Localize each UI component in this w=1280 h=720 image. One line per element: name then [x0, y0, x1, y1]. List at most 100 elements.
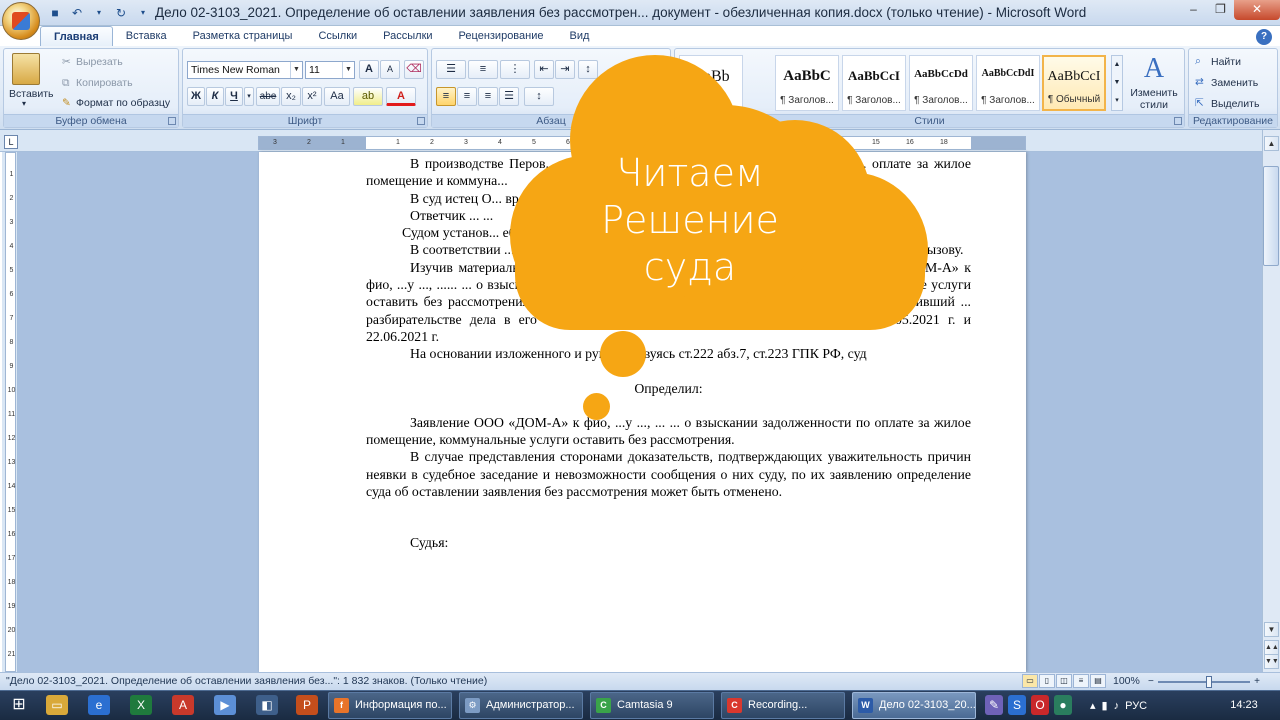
tab-mailings[interactable]: Рассылки	[370, 26, 445, 46]
scroll-down-icon[interactable]: ▼	[1264, 622, 1279, 637]
scroll-thumb[interactable]	[1263, 166, 1279, 266]
tab-insert[interactable]: Вставка	[113, 26, 180, 46]
zoom-in-icon[interactable]: +	[1254, 676, 1260, 687]
paste-dropdown-icon[interactable]: ▾	[22, 99, 26, 108]
copy-icon[interactable]: ⧉	[62, 77, 70, 90]
draft-icon[interactable]: ▤	[1090, 674, 1106, 688]
italic-button[interactable]: К	[206, 87, 224, 106]
subscript-button[interactable]: x₂	[281, 87, 301, 106]
chrome-tray-icon[interactable]: ●	[1054, 695, 1072, 715]
battery-icon[interactable]: ▮	[1102, 699, 1108, 712]
bold-button[interactable]: Ж	[187, 87, 205, 106]
opera-tray-icon[interactable]: O	[1031, 695, 1049, 715]
superscript-button[interactable]: x²	[302, 87, 322, 106]
select-icon[interactable]: ⇱	[1195, 97, 1204, 109]
powerpoint-icon[interactable]: P	[296, 695, 318, 715]
align-left-icon[interactable]: ≡	[436, 87, 456, 106]
zoom-slider[interactable]: − +	[1148, 676, 1260, 688]
font-size-dropdown-icon[interactable]: ▼	[342, 62, 354, 78]
clock[interactable]: 14:23	[1220, 692, 1268, 719]
bullets-icon[interactable]: ☰	[436, 60, 466, 79]
replace-icon[interactable]: ⇄	[1195, 76, 1204, 88]
taskbar-app-camtasia[interactable]: C Camtasia 9	[590, 692, 714, 719]
clipboard-launcher-icon[interactable]	[168, 117, 176, 125]
next-page-icon[interactable]: ▼▼	[1264, 654, 1279, 669]
undo-icon[interactable]: ↶	[68, 5, 86, 21]
network-icon[interactable]: ◧	[256, 695, 278, 715]
volume-icon[interactable]: ♪	[1114, 700, 1120, 712]
media-icon[interactable]: ▶	[214, 695, 236, 715]
select-button[interactable]: Выделить	[1211, 98, 1259, 110]
tab-references[interactable]: Ссылки	[305, 26, 370, 46]
start-icon[interactable]: ⊞	[6, 694, 32, 718]
tab-selector-icon[interactable]: L	[4, 135, 18, 149]
minimize-button[interactable]: –	[1180, 0, 1207, 20]
web-layout-icon[interactable]: ◫	[1056, 674, 1072, 688]
taskbar-app-firefox[interactable]: f Информация по...	[328, 692, 452, 719]
cut-icon[interactable]: ✂	[62, 56, 71, 68]
replace-button[interactable]: Заменить	[1211, 77, 1258, 89]
styles-launcher-icon[interactable]	[1174, 117, 1182, 125]
grow-font-button[interactable]: A	[359, 60, 379, 79]
paste-button[interactable]: Вставить	[9, 88, 54, 100]
customize-qat-icon[interactable]: ▾	[134, 5, 152, 21]
change-styles-icon[interactable]: A	[1139, 53, 1169, 84]
taskbar-app-admin[interactable]: ⚙ Администратор...	[459, 692, 583, 719]
numbering-icon[interactable]: ≡	[468, 60, 498, 79]
highlight-icon[interactable]: ab	[353, 87, 383, 106]
undo-dropdown-icon[interactable]: ▾	[90, 5, 108, 21]
styles-scroll-icon[interactable]: ▲ ▼ ▾	[1111, 55, 1123, 111]
change-styles-button[interactable]: Изменить стили	[1127, 87, 1181, 111]
font-launcher-icon[interactable]	[417, 117, 425, 125]
underline-dropdown-icon[interactable]: ▾	[244, 87, 254, 106]
font-name-dropdown-icon[interactable]: ▼	[290, 62, 302, 78]
tab-review[interactable]: Рецензирование	[446, 26, 557, 46]
font-color-icon[interactable]: A	[386, 87, 416, 106]
explorer-icon[interactable]: ▭	[46, 695, 68, 715]
scroll-up-icon[interactable]: ▲	[1264, 136, 1279, 151]
zoom-level[interactable]: 100%	[1113, 675, 1140, 687]
pen-tray-icon[interactable]: ✎	[985, 695, 1003, 715]
print-layout-icon[interactable]: ▭	[1022, 674, 1038, 688]
format-painter-icon[interactable]: ✎	[62, 97, 71, 109]
copy-button[interactable]: Копировать	[76, 77, 133, 89]
tab-view[interactable]: Вид	[557, 26, 603, 46]
zoom-knob[interactable]	[1206, 676, 1212, 688]
style-heading-4[interactable]: AaBbCcDdI ¶ Заголов...	[976, 55, 1040, 111]
zoom-out-icon[interactable]: −	[1148, 676, 1154, 687]
outline-icon[interactable]: ≡	[1073, 674, 1089, 688]
skype-tray-icon[interactable]: S	[1008, 695, 1026, 715]
excel-icon[interactable]: X	[130, 695, 152, 715]
shrink-font-button[interactable]: A	[380, 60, 400, 79]
restore-button[interactable]: ❐	[1207, 0, 1234, 20]
find-button[interactable]: Найти	[1211, 56, 1241, 68]
taskbar-app-word[interactable]: W Дело 02-3103_20...	[852, 692, 976, 719]
format-painter-button[interactable]: Формат по образцу	[76, 97, 170, 109]
tab-page-layout[interactable]: Разметка страницы	[180, 26, 306, 46]
cut-button[interactable]: Вырезать	[76, 56, 123, 68]
change-case-button[interactable]: Aa	[324, 87, 350, 106]
prev-page-icon[interactable]: ▲▲	[1264, 640, 1279, 655]
strikethrough-button[interactable]: abe	[256, 87, 280, 106]
redo-icon[interactable]: ↻	[112, 5, 130, 21]
vertical-ruler[interactable]: 1 2 3 4 5 6 7 8 9 10 11 12 13 14 15 16 17 18 19 20 21	[2, 152, 18, 672]
paste-icon[interactable]	[12, 53, 40, 85]
office-button[interactable]	[2, 2, 40, 40]
tab-home[interactable]: Главная	[40, 26, 113, 46]
align-center-icon[interactable]: ≡	[457, 87, 477, 106]
underline-button[interactable]: Ч	[225, 87, 243, 106]
taskbar-app-recording[interactable]: C Recording...	[721, 692, 845, 719]
full-screen-reading-icon[interactable]: ▯	[1039, 674, 1055, 688]
ie-icon[interactable]: e	[88, 695, 110, 715]
find-icon[interactable]: ⌕	[1195, 55, 1201, 68]
show-hidden-icon[interactable]: ▴	[1090, 699, 1096, 712]
style-normal[interactable]: AaBbCcI ¶ Обычный	[1042, 55, 1106, 111]
close-button[interactable]: ✕	[1234, 0, 1280, 20]
font-name-combo[interactable]: Times New Roman ▼	[187, 61, 303, 79]
acrobat-icon[interactable]: A	[172, 695, 194, 715]
clear-format-icon[interactable]: ⌫	[404, 60, 424, 79]
help-icon[interactable]: ?	[1256, 29, 1272, 45]
language-indicator[interactable]: РУС	[1125, 700, 1147, 712]
save-icon[interactable]: ■	[46, 5, 64, 21]
font-size-combo[interactable]: 11 ▼	[305, 61, 355, 79]
